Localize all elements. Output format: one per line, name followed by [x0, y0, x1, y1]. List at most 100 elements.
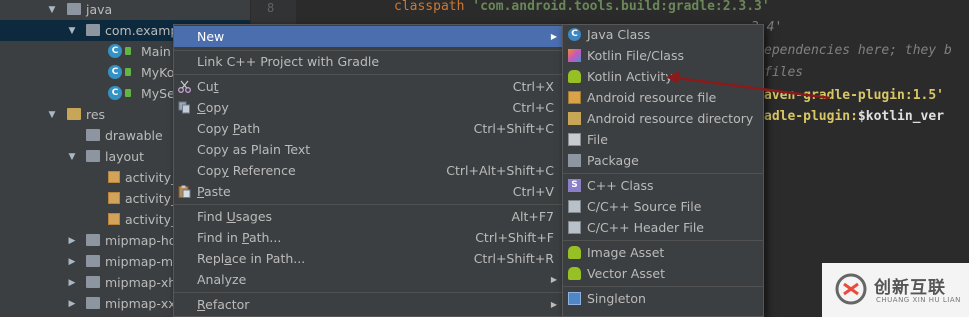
- submenu-item-java-class[interactable]: C Java Class: [563, 24, 763, 45]
- shortcut-label: Ctrl+V: [512, 184, 554, 199]
- menu-separator: [174, 204, 562, 205]
- lock-icon: [125, 89, 131, 97]
- menu-item-paste[interactable]: Paste Ctrl+V: [174, 181, 562, 202]
- tree-item-label: layout: [105, 149, 145, 164]
- submenu-item-label: C/C++ Header File: [587, 220, 704, 235]
- code-string: aven-gradle-plugin:1.5': [764, 88, 945, 103]
- menu-item-label: New: [197, 29, 225, 44]
- menu-item-find-usages[interactable]: Find Usages Alt+F7: [174, 206, 562, 227]
- menu-item-copy[interactable]: Copy Ctrl+C: [174, 97, 562, 118]
- package-icon: [86, 24, 100, 36]
- android-icon: [568, 70, 581, 83]
- menu-separator: [563, 173, 763, 174]
- copy-icon: [178, 101, 190, 114]
- submenu-item-label: Image Asset: [587, 245, 665, 260]
- submenu-item-vector-asset[interactable]: Vector Asset: [563, 263, 763, 284]
- menu-separator: [174, 292, 562, 293]
- menu-item-find-in-path[interactable]: Find in Path... Ctrl+Shift+F: [174, 227, 562, 248]
- chevron-down-icon[interactable]: ▼: [67, 26, 77, 36]
- tree-item-label: com.examp: [105, 23, 179, 38]
- shortcut-label: Ctrl+Shift+F: [475, 230, 554, 245]
- tree-item-label: mipmap-hd: [105, 233, 177, 248]
- menu-item-label: Copy: [197, 100, 229, 115]
- code-line: aven-gradle-plugin:1.5': [764, 85, 944, 107]
- menu-item-refactor[interactable]: Refactor ▶: [174, 294, 562, 315]
- watermark: 创新互联 CHUANG XIN HU LIAN: [822, 263, 969, 317]
- menu-item-label: Find in Path...: [197, 230, 282, 245]
- lock-icon: [125, 47, 131, 55]
- tree-item-label: Main: [141, 44, 171, 59]
- submenu-item-cpp-class[interactable]: S C++ Class: [563, 175, 763, 196]
- shortcut-label: Ctrl+Shift+C: [473, 121, 554, 136]
- submenu-item-cpp-header[interactable]: C/C++ Header File: [563, 217, 763, 238]
- menu-item-label: Copy Reference: [197, 163, 296, 178]
- resource-dir-icon: [568, 112, 581, 125]
- layout-xml-icon: [108, 192, 120, 204]
- singleton-icon: [568, 292, 581, 305]
- tree-item-label: mipmap-xh: [105, 275, 177, 290]
- code-variable: $kotlin_ver: [857, 109, 945, 124]
- code-comment: files: [764, 65, 804, 80]
- submenu-item-cpp-source[interactable]: C/C++ Source File: [563, 196, 763, 217]
- code-line: files: [764, 62, 803, 84]
- submenu-item-label: Kotlin File/Class: [587, 48, 684, 63]
- menu-item-label: Find Usages: [197, 209, 273, 224]
- shortcut-label: Alt+F7: [511, 209, 554, 224]
- context-menu: New ▶ Link C++ Project with Gradle Cut C…: [173, 24, 563, 317]
- folder-icon: [86, 255, 100, 267]
- folder-icon: [86, 276, 100, 288]
- menu-item-copy-plain[interactable]: Copy as Plain Text: [174, 139, 562, 160]
- menu-item-link-cpp[interactable]: Link C++ Project with Gradle: [174, 51, 562, 72]
- android-icon: [568, 246, 581, 259]
- menu-item-label: Copy Path: [197, 121, 261, 136]
- folder-icon: [86, 234, 100, 246]
- tree-item-label: mipmap-md: [105, 254, 181, 269]
- kotlin-class-icon: C: [108, 44, 122, 58]
- submenu-item-kotlin-file[interactable]: Kotlin File/Class: [563, 45, 763, 66]
- tree-item-label: activity_: [125, 170, 178, 185]
- lock-icon: [125, 68, 131, 76]
- chevron-right-icon[interactable]: ▶: [67, 257, 77, 267]
- menu-item-new[interactable]: New ▶: [174, 26, 562, 47]
- cpp-class-icon: S: [568, 179, 581, 192]
- menu-item-label: Cut: [197, 79, 219, 94]
- new-submenu: C Java Class Kotlin File/Class Kotlin Ac…: [562, 24, 764, 317]
- chevron-right-icon[interactable]: ▶: [67, 236, 77, 246]
- menu-item-label: Paste: [197, 184, 231, 199]
- code-line: adle-plugin:$kotlin_ver: [764, 106, 944, 128]
- menu-item-replace-in-path[interactable]: Replace in Path... Ctrl+Shift+R: [174, 248, 562, 269]
- menu-item-copy-reference[interactable]: Copy Reference Ctrl+Alt+Shift+C: [174, 160, 562, 181]
- tree-item-label: MySe: [141, 86, 175, 101]
- chevron-down-icon[interactable]: ▼: [67, 152, 77, 162]
- submenu-item-kotlin-activity[interactable]: Kotlin Activity: [563, 66, 763, 87]
- submenu-item-label: Kotlin Activity: [587, 69, 673, 84]
- watermark-subtext: CHUANG XIN HU LIAN: [876, 296, 961, 304]
- submenu-item-package[interactable]: Package: [563, 150, 763, 171]
- submenu-item-singleton[interactable]: Singleton: [563, 288, 763, 309]
- chevron-right-icon[interactable]: ▶: [67, 278, 77, 288]
- package-icon: [568, 154, 581, 167]
- menu-item-cut[interactable]: Cut Ctrl+X: [174, 76, 562, 97]
- menu-item-analyze[interactable]: Analyze ▶: [174, 269, 562, 290]
- menu-item-copy-path[interactable]: Copy Path Ctrl+Shift+C: [174, 118, 562, 139]
- chevron-down-icon[interactable]: ▼: [47, 110, 57, 120]
- brand-logo-icon: [835, 273, 867, 305]
- watermark-text: 创新互联: [874, 278, 946, 298]
- chevron-right-icon[interactable]: ▶: [67, 299, 77, 309]
- submenu-item-label: Singleton: [587, 291, 646, 306]
- code-comment: ependencies here; they b: [764, 43, 952, 58]
- chevron-down-icon[interactable]: ▼: [47, 5, 57, 15]
- shortcut-label: Ctrl+Shift+R: [473, 251, 554, 266]
- menu-item-label: Link C++ Project with Gradle: [197, 54, 380, 69]
- code-line: ependencies here; they b: [764, 40, 952, 62]
- res-folder-icon: [67, 108, 81, 120]
- shortcut-label: Ctrl+X: [512, 79, 554, 94]
- android-icon: [568, 267, 581, 280]
- tree-item-java[interactable]: ▼ java: [0, 0, 250, 20]
- kotlin-class-icon: C: [108, 65, 122, 79]
- submenu-item-file[interactable]: File: [563, 129, 763, 150]
- submenu-item-image-asset[interactable]: Image Asset: [563, 242, 763, 263]
- submenu-item-resource-dir[interactable]: Android resource directory: [563, 108, 763, 129]
- submenu-arrow-icon: ▶: [550, 32, 557, 41]
- submenu-item-resource-file[interactable]: Android resource file: [563, 87, 763, 108]
